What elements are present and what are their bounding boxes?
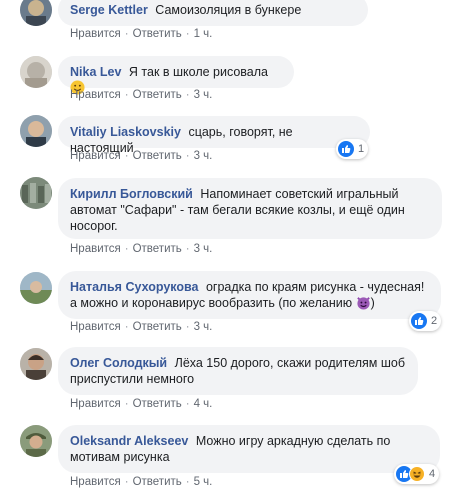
timestamp[interactable]: 3 ч. bbox=[194, 321, 213, 333]
like-icon bbox=[411, 313, 427, 329]
comment-text: Я так в школе рисовала bbox=[128, 65, 269, 79]
like-link[interactable]: Нравится bbox=[70, 28, 121, 40]
reaction-summary[interactable]: 4 bbox=[394, 464, 440, 484]
avatar[interactable] bbox=[20, 56, 52, 88]
timestamp[interactable]: 3 ч. bbox=[194, 89, 213, 101]
haha-icon bbox=[409, 466, 425, 482]
devil-emoji bbox=[356, 297, 370, 310]
comment-bubble: Vitaliy Liaskovskiy сцарь, говорят, не н… bbox=[58, 116, 370, 155]
like-link[interactable]: Нравится bbox=[70, 398, 121, 410]
timestamp[interactable]: 5 ч. bbox=[194, 476, 213, 488]
like-link[interactable]: Нравится bbox=[70, 476, 121, 488]
comment-author[interactable]: Vitaliy Liaskovskiy bbox=[70, 125, 181, 139]
like-icon bbox=[338, 141, 354, 157]
comment-author[interactable]: Nika Lev bbox=[70, 65, 121, 79]
comment-bubble: Serge Kettler Самоизоляция в бункере bbox=[58, 0, 368, 26]
comment-author[interactable]: Oleksandr Alekseev bbox=[70, 434, 188, 448]
comment-bubble: Кирилл Богловский Напоминает советский и… bbox=[58, 178, 442, 239]
timestamp[interactable]: 4 ч. bbox=[194, 398, 213, 410]
reply-link[interactable]: Ответить bbox=[133, 243, 182, 255]
comment-actions: Нравится · Ответить · 3 ч. bbox=[70, 243, 213, 255]
like-link[interactable]: Нравится bbox=[70, 321, 121, 333]
avatar[interactable] bbox=[20, 425, 52, 457]
comment-actions: Нравится · Ответить · 5 ч. bbox=[70, 476, 213, 488]
avatar[interactable] bbox=[20, 115, 52, 147]
comment-actions: Нравится · Ответить · 3 ч. bbox=[70, 89, 213, 101]
like-link[interactable]: Нравится bbox=[70, 150, 121, 162]
reaction-summary[interactable]: 2 bbox=[409, 311, 442, 331]
comment-bubble: Nika Lev Я так в школе рисовала bbox=[58, 56, 294, 95]
reply-link[interactable]: Ответить bbox=[133, 28, 182, 40]
avatar[interactable] bbox=[20, 348, 52, 380]
comment-text: Самоизоляция в бункере bbox=[155, 3, 302, 17]
comment-actions: Нравится · Ответить · 4 ч. bbox=[70, 398, 213, 410]
like-link[interactable]: Нравится bbox=[70, 89, 121, 101]
like-link[interactable]: Нравится bbox=[70, 243, 121, 255]
avatar[interactable] bbox=[20, 177, 52, 209]
timestamp[interactable]: 3 ч. bbox=[194, 150, 213, 162]
reaction-summary[interactable]: 1 bbox=[336, 139, 369, 159]
avatar[interactable] bbox=[20, 0, 52, 26]
timestamp[interactable]: 3 ч. bbox=[194, 243, 213, 255]
avatar[interactable] bbox=[20, 272, 52, 304]
comment-author[interactable]: Наталья Сухорукова bbox=[70, 280, 198, 294]
comment-actions: Нравится · Ответить · 1 ч. bbox=[70, 28, 213, 40]
reply-link[interactable]: Ответить bbox=[133, 476, 182, 488]
comment-actions: Нравится · Ответить · 3 ч. bbox=[70, 150, 213, 162]
comment-bubble: Oleksandr Alekseev Можно игру аркадную с… bbox=[58, 425, 440, 473]
comment-actions: Нравится · Ответить · 3 ч. bbox=[70, 321, 213, 333]
reply-link[interactable]: Ответить bbox=[133, 89, 182, 101]
reply-link[interactable]: Ответить bbox=[133, 398, 182, 410]
reply-link[interactable]: Ответить bbox=[133, 321, 182, 333]
comment-bubble: Олег Солодкый Лёха 150 дорого, скажи род… bbox=[58, 347, 418, 395]
reaction-count: 1 bbox=[358, 143, 365, 155]
comment-bubble: Наталья Сухорукова оградка по краям рису… bbox=[58, 271, 441, 319]
reaction-count: 4 bbox=[429, 468, 436, 480]
comment-author[interactable]: Кирилл Богловский bbox=[70, 187, 193, 201]
timestamp[interactable]: 1 ч. bbox=[194, 28, 213, 40]
comment-author[interactable]: Serge Kettler bbox=[70, 3, 148, 17]
reply-link[interactable]: Ответить bbox=[133, 150, 182, 162]
comment-author[interactable]: Олег Солодкый bbox=[70, 356, 167, 370]
reaction-count: 2 bbox=[431, 315, 438, 327]
